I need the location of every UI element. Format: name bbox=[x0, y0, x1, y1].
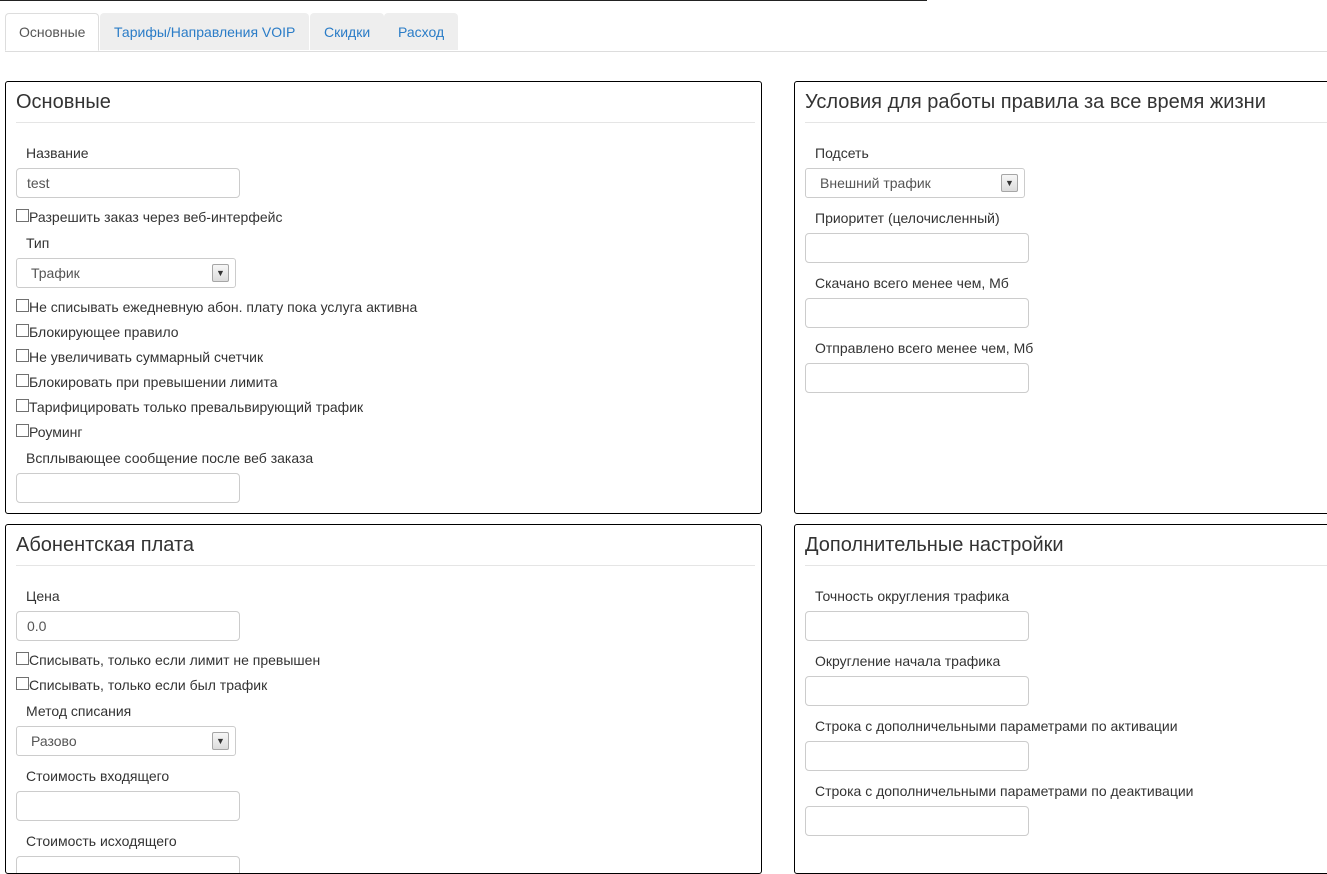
extra-panel-divider bbox=[805, 565, 1327, 566]
tab-expense[interactable]: Расход bbox=[384, 13, 459, 50]
downloaded-label: Скачано всего менее чем, Мб bbox=[815, 275, 1009, 291]
top-divider bbox=[0, 0, 927, 1]
popup-message-label: Всплывающее сообщение после веб заказа bbox=[26, 450, 314, 466]
priority-label: Приоритет (целочисленный) bbox=[815, 210, 1000, 226]
rounding-precision-input[interactable] bbox=[805, 611, 1029, 641]
basic-panel-title: Основные bbox=[16, 91, 111, 113]
checkbox-box[interactable] bbox=[16, 652, 29, 665]
lifetime-conditions-panel: Условия для работы правила за все время … bbox=[794, 81, 1327, 514]
checkbox-box[interactable] bbox=[16, 209, 29, 222]
start-rounding-label: Округление начала трафика bbox=[815, 653, 1001, 669]
no-daily-fee-label: Не списывать ежедневную абон. плату пока… bbox=[29, 299, 418, 315]
priority-input[interactable] bbox=[805, 233, 1029, 263]
uploaded-label: Отправлено всего менее чем, Мб bbox=[815, 340, 1034, 356]
roaming-label: Роуминг bbox=[29, 424, 83, 440]
deactivation-params-label: Строка с дополничельными параметрами по … bbox=[815, 783, 1194, 799]
checkbox-box[interactable] bbox=[16, 299, 29, 312]
no-total-counter-label: Не увеличивать суммарный счетчик bbox=[29, 349, 264, 365]
basic-panel-divider bbox=[16, 122, 755, 123]
tab-discounts[interactable]: Скидки bbox=[310, 13, 385, 50]
basic-panel: Основные Название Разрешить заказ через … bbox=[5, 81, 762, 514]
checkbox-box[interactable] bbox=[16, 324, 29, 337]
prevailing-traffic-checkbox[interactable]: Тарифицировать только превальвирующий тр… bbox=[16, 399, 363, 415]
activation-params-label: Строка с дополничельными параметрами по … bbox=[815, 718, 1178, 734]
charge-method-select[interactable]: Разово ▼ bbox=[16, 726, 236, 756]
outgoing-cost-label: Стоимость исходящего bbox=[26, 833, 177, 849]
popup-message-input[interactable] bbox=[16, 473, 240, 503]
block-on-limit-label: Блокировать при превышении лимита bbox=[29, 374, 278, 390]
no-total-counter-checkbox[interactable]: Не увеличивать суммарный счетчик bbox=[16, 349, 263, 365]
tab-bar: Основные Тарифы/Направления VOIP Скидки … bbox=[5, 13, 1327, 52]
name-label: Название bbox=[26, 145, 89, 161]
checkbox-box[interactable] bbox=[16, 424, 29, 437]
subscription-fee-panel: Абонентская плата Цена Списывать, только… bbox=[5, 524, 762, 874]
type-select-value: Трафик bbox=[31, 265, 80, 281]
outgoing-cost-input[interactable] bbox=[16, 856, 240, 873]
incoming-cost-input[interactable] bbox=[16, 791, 240, 821]
rounding-precision-label: Точность округления трафика bbox=[815, 588, 1010, 604]
allow-web-order-checkbox[interactable]: Разрешить заказ через веб-интерфейс bbox=[16, 209, 282, 225]
deactivation-params-input[interactable] bbox=[805, 806, 1029, 836]
fee-panel-title: Абонентская плата bbox=[16, 534, 195, 556]
subnet-select-value: Внешний трафик bbox=[820, 175, 931, 191]
charge-if-limit-not-exceeded-checkbox[interactable]: Списывать, только если лимит не превышен bbox=[16, 652, 320, 668]
checkbox-box[interactable] bbox=[16, 677, 29, 690]
price-label: Цена bbox=[26, 588, 60, 604]
charge-method-value: Разово bbox=[31, 733, 77, 749]
price-input[interactable] bbox=[16, 611, 240, 641]
lifetime-panel-title: Условия для работы правила за все время … bbox=[805, 91, 1266, 113]
charge-method-label: Метод списания bbox=[26, 703, 132, 719]
blocking-rule-label: Блокирующее правило bbox=[29, 324, 179, 340]
downloaded-input[interactable] bbox=[805, 298, 1029, 328]
tab-tariffs-voip[interactable]: Тарифы/Направления VOIP bbox=[100, 13, 310, 50]
checkbox-box[interactable] bbox=[16, 374, 29, 387]
roaming-checkbox[interactable]: Роуминг bbox=[16, 424, 82, 440]
prevailing-traffic-label: Тарифицировать только превальвирующий тр… bbox=[29, 399, 364, 415]
checkbox-box[interactable] bbox=[16, 399, 29, 412]
chevron-down-icon[interactable]: ▼ bbox=[212, 264, 229, 282]
tab-basic[interactable]: Основные bbox=[5, 13, 100, 51]
lifetime-panel-divider bbox=[805, 122, 1327, 123]
type-select[interactable]: Трафик ▼ bbox=[16, 258, 236, 288]
extra-panel-title: Дополнительные настройки bbox=[805, 534, 1064, 556]
no-daily-fee-checkbox[interactable]: Не списывать ежедневную абон. плату пока… bbox=[16, 299, 417, 315]
additional-settings-panel: Дополнительные настройки Точность округл… bbox=[794, 524, 1327, 874]
chevron-down-icon[interactable]: ▼ bbox=[1001, 174, 1018, 192]
charge-if-traffic-label: Списывать, только если был трафик bbox=[29, 677, 268, 693]
fee-panel-divider bbox=[16, 565, 755, 566]
subnet-select[interactable]: Внешний трафик ▼ bbox=[805, 168, 1025, 198]
allow-web-order-label: Разрешить заказ через веб-интерфейс bbox=[29, 209, 283, 225]
charge-if-traffic-checkbox[interactable]: Списывать, только если был трафик bbox=[16, 677, 267, 693]
start-rounding-input[interactable] bbox=[805, 676, 1029, 706]
blocking-rule-checkbox[interactable]: Блокирующее правило bbox=[16, 324, 179, 340]
uploaded-input[interactable] bbox=[805, 363, 1029, 393]
checkbox-box[interactable] bbox=[16, 349, 29, 362]
chevron-down-icon[interactable]: ▼ bbox=[212, 732, 229, 750]
subnet-label: Подсеть bbox=[815, 145, 869, 161]
block-on-limit-checkbox[interactable]: Блокировать при превышении лимита bbox=[16, 374, 278, 390]
name-input[interactable] bbox=[16, 168, 240, 198]
charge-if-limit-label: Списывать, только если лимит не превышен bbox=[29, 652, 321, 668]
activation-params-input[interactable] bbox=[805, 741, 1029, 771]
incoming-cost-label: Стоимость входящего bbox=[26, 768, 170, 784]
type-label: Тип bbox=[26, 235, 50, 251]
